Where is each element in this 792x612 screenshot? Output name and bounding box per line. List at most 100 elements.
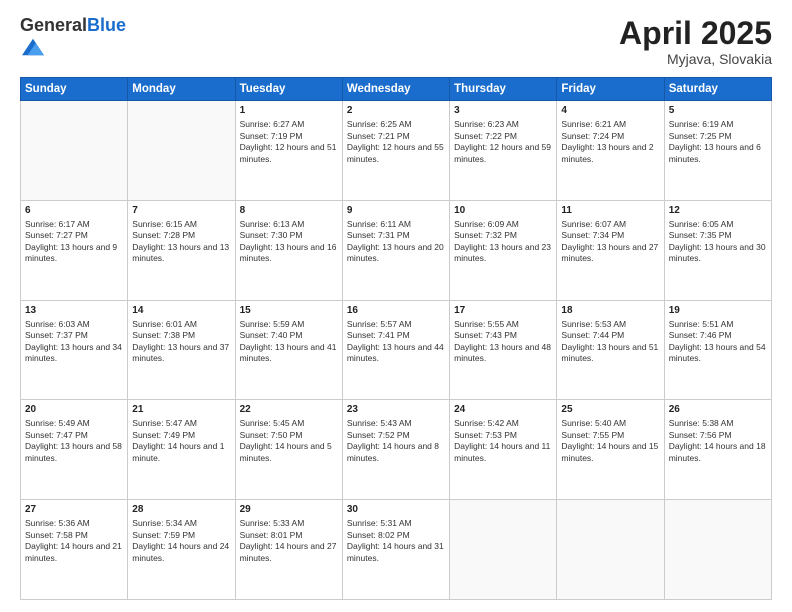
- table-row: 20Sunrise: 5:49 AM Sunset: 7:47 PM Dayli…: [21, 400, 128, 500]
- day-info: Sunrise: 6:21 AM Sunset: 7:24 PM Dayligh…: [561, 119, 659, 165]
- table-row: 22Sunrise: 5:45 AM Sunset: 7:50 PM Dayli…: [235, 400, 342, 500]
- day-info: Sunrise: 5:40 AM Sunset: 7:55 PM Dayligh…: [561, 418, 659, 464]
- day-info: Sunrise: 6:09 AM Sunset: 7:32 PM Dayligh…: [454, 219, 552, 265]
- day-info: Sunrise: 6:25 AM Sunset: 7:21 PM Dayligh…: [347, 119, 445, 165]
- table-row: 26Sunrise: 5:38 AM Sunset: 7:56 PM Dayli…: [664, 400, 771, 500]
- day-number: 22: [240, 403, 338, 417]
- day-info: Sunrise: 5:49 AM Sunset: 7:47 PM Dayligh…: [25, 418, 123, 464]
- col-sunday: Sunday: [21, 78, 128, 101]
- calendar-week-row: 20Sunrise: 5:49 AM Sunset: 7:47 PM Dayli…: [21, 400, 772, 500]
- table-row: [128, 101, 235, 201]
- table-row: 8Sunrise: 6:13 AM Sunset: 7:30 PM Daylig…: [235, 200, 342, 300]
- day-number: 20: [25, 403, 123, 417]
- day-number: 28: [132, 503, 230, 517]
- day-number: 4: [561, 104, 659, 118]
- calendar-table: Sunday Monday Tuesday Wednesday Thursday…: [20, 77, 772, 600]
- table-row: 11Sunrise: 6:07 AM Sunset: 7:34 PM Dayli…: [557, 200, 664, 300]
- day-number: 15: [240, 304, 338, 318]
- day-info: Sunrise: 5:53 AM Sunset: 7:44 PM Dayligh…: [561, 319, 659, 365]
- logo-text: GeneralBlue: [20, 16, 126, 36]
- logo: GeneralBlue: [20, 16, 126, 63]
- header: GeneralBlue April 2025 Myjava, Slovakia: [20, 16, 772, 67]
- calendar-week-row: 1Sunrise: 6:27 AM Sunset: 7:19 PM Daylig…: [21, 101, 772, 201]
- table-row: 3Sunrise: 6:23 AM Sunset: 7:22 PM Daylig…: [450, 101, 557, 201]
- day-number: 12: [669, 204, 767, 218]
- table-row: 23Sunrise: 5:43 AM Sunset: 7:52 PM Dayli…: [342, 400, 449, 500]
- col-wednesday: Wednesday: [342, 78, 449, 101]
- day-number: 14: [132, 304, 230, 318]
- day-number: 5: [669, 104, 767, 118]
- day-number: 27: [25, 503, 123, 517]
- logo-blue: Blue: [87, 15, 126, 35]
- day-number: 11: [561, 204, 659, 218]
- day-info: Sunrise: 6:05 AM Sunset: 7:35 PM Dayligh…: [669, 219, 767, 265]
- day-info: Sunrise: 5:38 AM Sunset: 7:56 PM Dayligh…: [669, 418, 767, 464]
- day-info: Sunrise: 6:13 AM Sunset: 7:30 PM Dayligh…: [240, 219, 338, 265]
- day-number: 23: [347, 403, 445, 417]
- day-number: 26: [669, 403, 767, 417]
- table-row: 28Sunrise: 5:34 AM Sunset: 7:59 PM Dayli…: [128, 500, 235, 600]
- day-number: 25: [561, 403, 659, 417]
- col-thursday: Thursday: [450, 78, 557, 101]
- day-number: 6: [25, 204, 123, 218]
- table-row: 5Sunrise: 6:19 AM Sunset: 7:25 PM Daylig…: [664, 101, 771, 201]
- day-number: 1: [240, 104, 338, 118]
- table-row: 10Sunrise: 6:09 AM Sunset: 7:32 PM Dayli…: [450, 200, 557, 300]
- day-info: Sunrise: 6:19 AM Sunset: 7:25 PM Dayligh…: [669, 119, 767, 165]
- title-block: April 2025 Myjava, Slovakia: [619, 16, 772, 67]
- table-row: 4Sunrise: 6:21 AM Sunset: 7:24 PM Daylig…: [557, 101, 664, 201]
- day-number: 13: [25, 304, 123, 318]
- day-number: 3: [454, 104, 552, 118]
- table-row: 29Sunrise: 5:33 AM Sunset: 8:01 PM Dayli…: [235, 500, 342, 600]
- day-number: 10: [454, 204, 552, 218]
- day-number: 7: [132, 204, 230, 218]
- day-info: Sunrise: 6:15 AM Sunset: 7:28 PM Dayligh…: [132, 219, 230, 265]
- logo-general: General: [20, 15, 87, 35]
- calendar-location: Myjava, Slovakia: [619, 51, 772, 67]
- calendar-week-row: 6Sunrise: 6:17 AM Sunset: 7:27 PM Daylig…: [21, 200, 772, 300]
- col-tuesday: Tuesday: [235, 78, 342, 101]
- table-row: 2Sunrise: 6:25 AM Sunset: 7:21 PM Daylig…: [342, 101, 449, 201]
- page: GeneralBlue April 2025 Myjava, Slovakia …: [0, 0, 792, 612]
- day-number: 8: [240, 204, 338, 218]
- day-info: Sunrise: 5:43 AM Sunset: 7:52 PM Dayligh…: [347, 418, 445, 464]
- day-info: Sunrise: 6:01 AM Sunset: 7:38 PM Dayligh…: [132, 319, 230, 365]
- table-row: 18Sunrise: 5:53 AM Sunset: 7:44 PM Dayli…: [557, 300, 664, 400]
- day-info: Sunrise: 5:55 AM Sunset: 7:43 PM Dayligh…: [454, 319, 552, 365]
- table-row: [450, 500, 557, 600]
- day-info: Sunrise: 5:31 AM Sunset: 8:02 PM Dayligh…: [347, 518, 445, 564]
- day-number: 17: [454, 304, 552, 318]
- col-saturday: Saturday: [664, 78, 771, 101]
- day-info: Sunrise: 5:47 AM Sunset: 7:49 PM Dayligh…: [132, 418, 230, 464]
- day-info: Sunrise: 6:07 AM Sunset: 7:34 PM Dayligh…: [561, 219, 659, 265]
- table-row: 12Sunrise: 6:05 AM Sunset: 7:35 PM Dayli…: [664, 200, 771, 300]
- table-row: 21Sunrise: 5:47 AM Sunset: 7:49 PM Dayli…: [128, 400, 235, 500]
- day-number: 30: [347, 503, 445, 517]
- table-row: 6Sunrise: 6:17 AM Sunset: 7:27 PM Daylig…: [21, 200, 128, 300]
- day-number: 21: [132, 403, 230, 417]
- col-monday: Monday: [128, 78, 235, 101]
- day-number: 29: [240, 503, 338, 517]
- table-row: 17Sunrise: 5:55 AM Sunset: 7:43 PM Dayli…: [450, 300, 557, 400]
- day-info: Sunrise: 6:27 AM Sunset: 7:19 PM Dayligh…: [240, 119, 338, 165]
- day-info: Sunrise: 5:42 AM Sunset: 7:53 PM Dayligh…: [454, 418, 552, 464]
- table-row: [557, 500, 664, 600]
- day-info: Sunrise: 5:59 AM Sunset: 7:40 PM Dayligh…: [240, 319, 338, 365]
- day-info: Sunrise: 5:34 AM Sunset: 7:59 PM Dayligh…: [132, 518, 230, 564]
- day-info: Sunrise: 5:51 AM Sunset: 7:46 PM Dayligh…: [669, 319, 767, 365]
- day-info: Sunrise: 5:45 AM Sunset: 7:50 PM Dayligh…: [240, 418, 338, 464]
- calendar-week-row: 27Sunrise: 5:36 AM Sunset: 7:58 PM Dayli…: [21, 500, 772, 600]
- table-row: 27Sunrise: 5:36 AM Sunset: 7:58 PM Dayli…: [21, 500, 128, 600]
- day-info: Sunrise: 5:36 AM Sunset: 7:58 PM Dayligh…: [25, 518, 123, 564]
- day-info: Sunrise: 6:23 AM Sunset: 7:22 PM Dayligh…: [454, 119, 552, 165]
- day-info: Sunrise: 6:03 AM Sunset: 7:37 PM Dayligh…: [25, 319, 123, 365]
- day-info: Sunrise: 5:33 AM Sunset: 8:01 PM Dayligh…: [240, 518, 338, 564]
- logo-icon: [22, 36, 44, 58]
- day-number: 19: [669, 304, 767, 318]
- calendar-title: April 2025: [619, 16, 772, 51]
- table-row: 19Sunrise: 5:51 AM Sunset: 7:46 PM Dayli…: [664, 300, 771, 400]
- day-number: 2: [347, 104, 445, 118]
- table-row: 16Sunrise: 5:57 AM Sunset: 7:41 PM Dayli…: [342, 300, 449, 400]
- col-friday: Friday: [557, 78, 664, 101]
- day-info: Sunrise: 5:57 AM Sunset: 7:41 PM Dayligh…: [347, 319, 445, 365]
